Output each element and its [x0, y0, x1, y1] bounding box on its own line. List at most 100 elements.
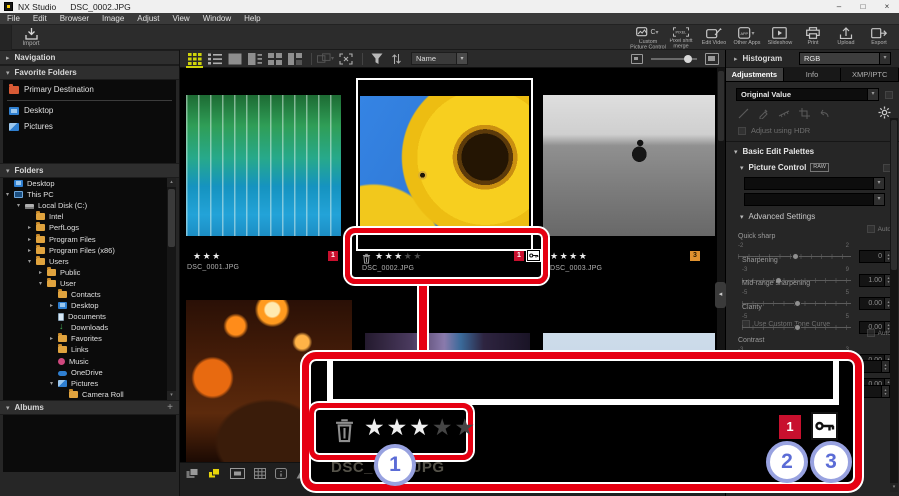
right-panel-scrollbar[interactable]: ▾ — [890, 118, 898, 492]
favorite-item-pictures[interactable]: Pictures — [3, 120, 176, 133]
scrollbar-thumb[interactable] — [891, 120, 897, 270]
expander-icon[interactable]: ▸ — [28, 247, 36, 254]
star-icon[interactable]: ★ — [387, 414, 410, 440]
expander-icon[interactable]: ▸ — [734, 55, 738, 63]
favorite-folders-section-header[interactable]: ▾ Favorite Folders — [0, 65, 179, 80]
crop-icon[interactable] — [799, 106, 810, 124]
tab-info[interactable]: Info — [784, 68, 842, 81]
folder-tree-item-user[interactable]: ▾User — [3, 278, 176, 289]
scrollbar-thumb[interactable] — [168, 189, 175, 247]
star-icon[interactable]: ★ — [569, 251, 579, 261]
star-icon[interactable]: ★ — [212, 251, 222, 261]
menu-adjust[interactable]: Adjust — [137, 14, 159, 23]
expander-icon[interactable]: ▾ — [28, 258, 36, 265]
star-icon[interactable]: ★ — [193, 251, 203, 261]
expander-icon[interactable]: ▸ — [6, 54, 10, 62]
custom-picture-control-button[interactable]: C▾ Custom Picture Control — [631, 25, 664, 50]
chevron-down-icon[interactable]: ▾ — [873, 194, 884, 205]
grid-icon[interactable] — [254, 468, 266, 479]
expander-icon[interactable]: ▸ — [28, 236, 36, 243]
folder-tree-item-links[interactable]: Links — [3, 344, 176, 355]
advanced-settings-header[interactable]: ▾ Advanced Settings — [726, 206, 899, 223]
star-icon[interactable]: ★ — [432, 414, 455, 440]
folder-tree-item-onedrive[interactable]: OneDrive — [3, 367, 176, 378]
expander-icon[interactable]: ▾ — [740, 164, 744, 172]
folder-tree-item-program-files[interactable]: ▸Program Files — [3, 233, 176, 244]
folder-tree-item-public[interactable]: ▸Public — [3, 267, 176, 278]
print-button[interactable]: Print — [796, 25, 829, 50]
maximize-button[interactable]: □ — [851, 0, 875, 13]
filmstrip-view-button[interactable] — [286, 52, 303, 66]
expander-icon[interactable]: ▸ — [50, 335, 58, 342]
scroll-up-icon[interactable]: ▴ — [167, 178, 176, 187]
preset-checkbox[interactable] — [885, 91, 893, 99]
filter-button[interactable] — [368, 52, 385, 66]
upload-button[interactable]: Upload — [829, 25, 862, 50]
expander-icon[interactable]: ▾ — [734, 148, 738, 156]
menu-help[interactable]: Help — [244, 14, 260, 23]
checkbox-icon[interactable] — [742, 320, 750, 328]
compare-images-button[interactable]: ▾ — [317, 52, 334, 66]
menu-view[interactable]: View — [173, 14, 190, 23]
folder-tree-item-perflogs[interactable]: ▸PerfLogs — [3, 222, 176, 233]
folder-tree-item-program-files-x86-[interactable]: ▸Program Files (x86) — [3, 245, 176, 256]
export-button[interactable]: Export — [862, 25, 895, 50]
expander-icon[interactable]: ▾ — [39, 280, 47, 287]
auto-checkbox[interactable]: Auto — [867, 225, 891, 233]
thumbnail-image-dsc0003[interactable] — [543, 95, 715, 236]
folder-tree-item-downloads[interactable]: Downloads — [3, 322, 176, 333]
basic-edit-palettes-header[interactable]: ▾ Basic Edit Palettes — [726, 142, 899, 158]
large-thumbnail-icon[interactable] — [705, 53, 719, 65]
expander-icon[interactable]: ▸ — [50, 302, 58, 309]
info-icon[interactable] — [275, 468, 287, 479]
picture-control-select-1[interactable]: ▾ — [744, 177, 885, 190]
star-icon[interactable]: ★ — [579, 251, 589, 261]
sort-direction-icon[interactable] — [388, 52, 405, 66]
chevron-down-icon[interactable]: ▾ — [867, 89, 878, 100]
folder-tree-item-desktop[interactable]: Desktop — [3, 178, 176, 189]
undo-icon[interactable] — [819, 106, 830, 124]
slideshow-button[interactable]: Slideshow — [763, 25, 796, 50]
hdr-checkbox[interactable] — [738, 127, 746, 135]
thumbnail-image-dsc0002[interactable] — [360, 96, 529, 235]
menu-file[interactable]: File — [7, 14, 20, 23]
label-badge[interactable]: 3 — [690, 251, 700, 261]
single-view-button[interactable] — [226, 52, 243, 66]
folder-tree-item-contacts[interactable]: Contacts — [3, 289, 176, 300]
tab-adjustments[interactable]: Adjustments — [726, 68, 784, 81]
edit-video-button[interactable]: Edit Video — [697, 25, 730, 50]
menu-edit[interactable]: Edit — [33, 14, 47, 23]
small-thumbnail-icon[interactable] — [631, 54, 643, 64]
expander-icon[interactable]: ▸ — [39, 269, 47, 276]
folder-tree-item-music[interactable]: Music — [3, 356, 176, 367]
stack-icon[interactable] — [186, 468, 199, 479]
other-apps-button[interactable]: APP▾ Other Apps — [730, 25, 763, 50]
folders-scrollbar[interactable]: ▴ ▾ — [167, 178, 176, 400]
thumbnail-image-dsc0001[interactable] — [186, 95, 341, 236]
star-icon[interactable]: ★ — [203, 251, 213, 261]
favorite-item-primary-destination[interactable]: Primary Destination — [3, 83, 176, 96]
filter-stack-yellow-icon[interactable] — [208, 468, 221, 479]
menu-browser[interactable]: Browser — [60, 14, 89, 23]
chevron-down-icon[interactable]: ▾ — [873, 178, 884, 189]
import-button[interactable]: Import — [14, 26, 48, 49]
expander-icon[interactable]: ▾ — [6, 404, 10, 412]
pixel-shift-merge-button[interactable]: PIXEL Pixel shift merge — [664, 25, 697, 50]
multi-view-button[interactable] — [266, 52, 283, 66]
picture-control-select-2[interactable]: ▾ — [744, 193, 885, 206]
folder-tree-item-users[interactable]: ▾Users — [3, 256, 176, 267]
star-icon[interactable]: ★ — [364, 414, 387, 440]
aspect-icon[interactable] — [230, 468, 245, 479]
star-icon[interactable]: ★ — [550, 251, 560, 261]
chevron-down-icon[interactable]: ▾ — [456, 53, 467, 64]
folders-section-header[interactable]: ▾ Folders — [0, 163, 179, 178]
scroll-down-icon[interactable]: ▾ — [167, 391, 176, 400]
thumbnail-size-slider[interactable] — [651, 58, 697, 60]
color-picker-icon[interactable] — [758, 106, 769, 124]
expander-icon[interactable]: ▸ — [28, 224, 36, 231]
folder-tree-item-local-disk-c-[interactable]: ▾Local Disk (C:) — [3, 200, 176, 211]
expander-icon[interactable]: ▾ — [6, 69, 10, 77]
expander-icon[interactable]: ▾ — [6, 167, 10, 175]
image-info-view-button[interactable] — [246, 52, 263, 66]
checkbox-icon[interactable] — [867, 329, 875, 337]
